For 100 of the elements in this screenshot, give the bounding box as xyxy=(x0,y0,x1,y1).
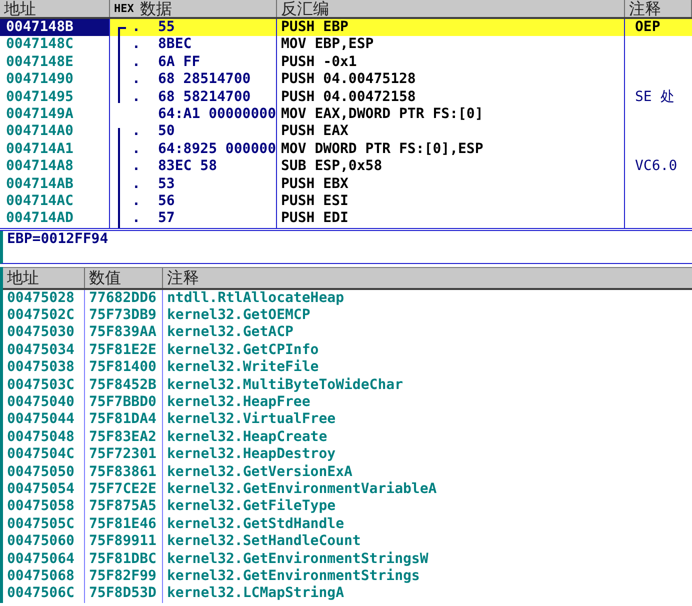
value-cell: 75F8D53D xyxy=(85,585,163,603)
instruction-cell: PUSH 04.00475128 xyxy=(277,71,625,89)
instruction-cell: PUSH 04.00472158 xyxy=(277,88,625,106)
comment-cell: OEP xyxy=(625,19,692,36)
dot-marker: . xyxy=(132,192,142,210)
address-cell[interactable]: 00471490 xyxy=(0,71,110,89)
instruction-cell: SUB ESP,0x58 xyxy=(277,158,625,176)
comment-cell-text: kernel32.SetHandleCount xyxy=(166,533,362,551)
dot-marker: . xyxy=(132,158,142,176)
address-cell: 00475038 xyxy=(3,359,85,377)
address-cell: 0047504C xyxy=(3,446,85,464)
address-cell: 00475054 xyxy=(3,480,85,498)
address-cell: 0047502C xyxy=(3,307,85,324)
address-cell[interactable]: 004714AD xyxy=(0,210,110,228)
value-cell: 75F7BBD0 xyxy=(85,394,163,412)
address-cell[interactable]: 004714AC xyxy=(0,192,110,210)
instruction-cell: PUSH EAX xyxy=(277,123,625,141)
column-header[interactable]: 数值 xyxy=(85,268,163,288)
comment-cell-text: SE 处 xyxy=(634,88,676,106)
instruction-cell: MOV DWORD PTR FS:[0],ESP xyxy=(277,140,625,158)
address-cell[interactable]: 004714A1 xyxy=(0,140,110,158)
comment-cell-text: kernel32.GetEnvironmentStringsW xyxy=(166,550,430,568)
value-cell: 75F81DBC xyxy=(85,550,163,568)
address-cell[interactable]: 0047149A xyxy=(0,106,110,124)
value-cell: 75F7CE2E xyxy=(85,480,163,498)
value-cell: 75F89911 xyxy=(85,533,163,551)
comment-cell-text: ntdll.RtlAllocateHeap xyxy=(166,290,346,308)
address-cell: 00475064 xyxy=(3,550,85,568)
instruction-cell: PUSH EBX xyxy=(277,176,625,193)
column-header[interactable]: 地址 xyxy=(0,0,110,17)
address-cell: 00475050 xyxy=(3,464,85,481)
column-header[interactable]: 地址 xyxy=(3,268,85,288)
address-cell[interactable]: 0047148E xyxy=(0,54,110,72)
address-cell: 00475048 xyxy=(3,428,85,446)
value-cell: 75F875A5 xyxy=(85,498,163,516)
address-cell: 00475058 xyxy=(3,498,85,516)
address-cell[interactable]: 00471495 xyxy=(0,88,110,106)
address-cell[interactable]: 0047148B xyxy=(0,19,110,36)
address-cell: 0047505C xyxy=(3,516,85,534)
address-cell: 00475060 xyxy=(3,533,85,551)
column-header[interactable]: 注释 xyxy=(163,268,692,288)
column-header[interactable]: HEX 数据 xyxy=(110,0,277,17)
dot-marker: . xyxy=(132,36,142,54)
hex-bytes: 50 xyxy=(158,123,175,141)
comment-cell-text: kernel32.GetFileType xyxy=(166,498,337,516)
column-title: 数据 xyxy=(140,0,172,17)
value-cell: 75F839AA xyxy=(85,324,163,342)
comment-cell-text: kernel32.GetACP xyxy=(166,324,294,342)
address-cell[interactable]: 0047148C xyxy=(0,36,110,54)
comment-cell-text: kernel32.HeapFree xyxy=(166,394,312,412)
value-cell: 75F73DB9 xyxy=(85,307,163,324)
value-cell: 77682DD6 xyxy=(85,290,163,308)
dot-marker: . xyxy=(132,140,142,158)
hex-bytes: 56 xyxy=(158,192,175,210)
dot-marker: . xyxy=(132,123,142,141)
instruction-cell: MOV EBP,ESP xyxy=(277,36,625,54)
dot-marker: . xyxy=(132,54,142,72)
column-header[interactable]: 注释 xyxy=(625,0,692,17)
hex-bytes: 83EC 58 xyxy=(158,158,218,176)
address-cell: 00475040 xyxy=(3,394,85,412)
address-cell: 00475034 xyxy=(3,342,85,360)
address-cell[interactable]: 004714AB xyxy=(0,176,110,193)
hex-bytes: 55 xyxy=(158,19,175,36)
comment-cell-text: kernel32.HeapCreate xyxy=(166,428,328,446)
hex-bytes: 64:A1 00000000 xyxy=(158,106,276,124)
value-cell: 75F81400 xyxy=(85,359,163,377)
hex-bytes: 68 28514700 xyxy=(158,71,251,89)
instruction-cell: PUSH -0x1 xyxy=(277,54,625,72)
register-info: EBP=0012FF94 xyxy=(7,230,108,247)
hex-label: HEX xyxy=(114,1,134,17)
value-cell: 75F83EA2 xyxy=(85,428,163,446)
address-cell: 0047506C xyxy=(3,585,85,603)
comment-cell-text: kernel32.HeapDestroy xyxy=(166,446,337,464)
value-cell: 75F72301 xyxy=(85,446,163,464)
instruction-cell: MOV EAX,DWORD PTR FS:[0] xyxy=(277,106,625,124)
address-cell: 00475068 xyxy=(3,568,85,586)
comment-cell-text: kernel32.GetCPInfo xyxy=(166,342,320,360)
comment-cell-text: kernel32.WriteFile xyxy=(166,359,320,377)
dot-marker: . xyxy=(132,176,142,193)
comment-cell-text: kernel32.GetStdHandle xyxy=(166,516,346,534)
value-cell: 75F83861 xyxy=(85,464,163,481)
address-cell[interactable]: 004714A0 xyxy=(0,123,110,141)
hex-bytes: 64:8925 000000 xyxy=(158,140,276,158)
instruction-cell: PUSH EDI xyxy=(277,210,625,228)
value-cell: 75F81DA4 xyxy=(85,411,163,429)
hex-bytes: 68 58214700 xyxy=(158,88,251,106)
hex-bytes: 6A FF xyxy=(158,54,200,72)
dot-marker: . xyxy=(132,88,142,106)
value-cell: 75F81E2E xyxy=(85,342,163,360)
instruction-cell: PUSH EBP xyxy=(277,19,625,36)
address-cell: 0047503C xyxy=(3,376,85,394)
column-header[interactable]: 反汇编 xyxy=(277,0,625,17)
dot-marker: . xyxy=(132,19,142,36)
comment-cell-text: kernel32.GetEnvironmentStrings xyxy=(166,568,421,586)
address-cell[interactable]: 004714A8 xyxy=(0,158,110,176)
hex-bytes: 8BEC xyxy=(158,36,192,54)
address-cell: 00475028 xyxy=(3,290,85,308)
comment-cell-text: kernel32.GetOEMCP xyxy=(166,307,312,324)
comment-cell-text: kernel32.MultiByteToWideChar xyxy=(166,376,404,394)
value-cell: 75F81E46 xyxy=(85,516,163,534)
